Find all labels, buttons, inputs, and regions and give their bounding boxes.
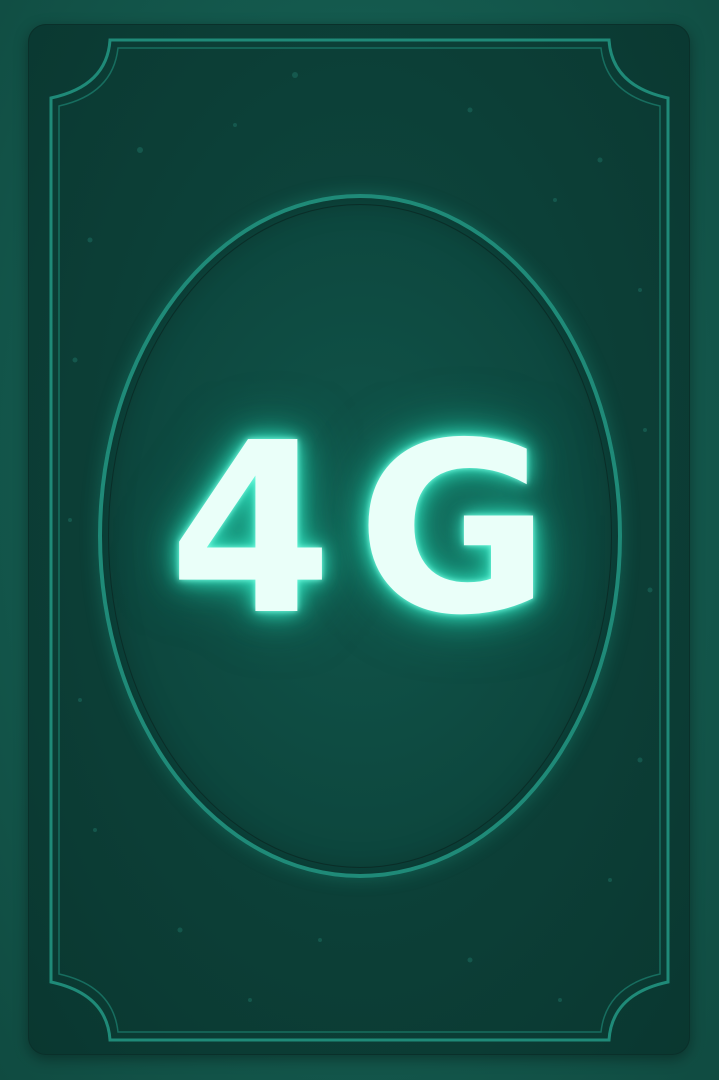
card-value-text: 4G: [168, 392, 575, 667]
